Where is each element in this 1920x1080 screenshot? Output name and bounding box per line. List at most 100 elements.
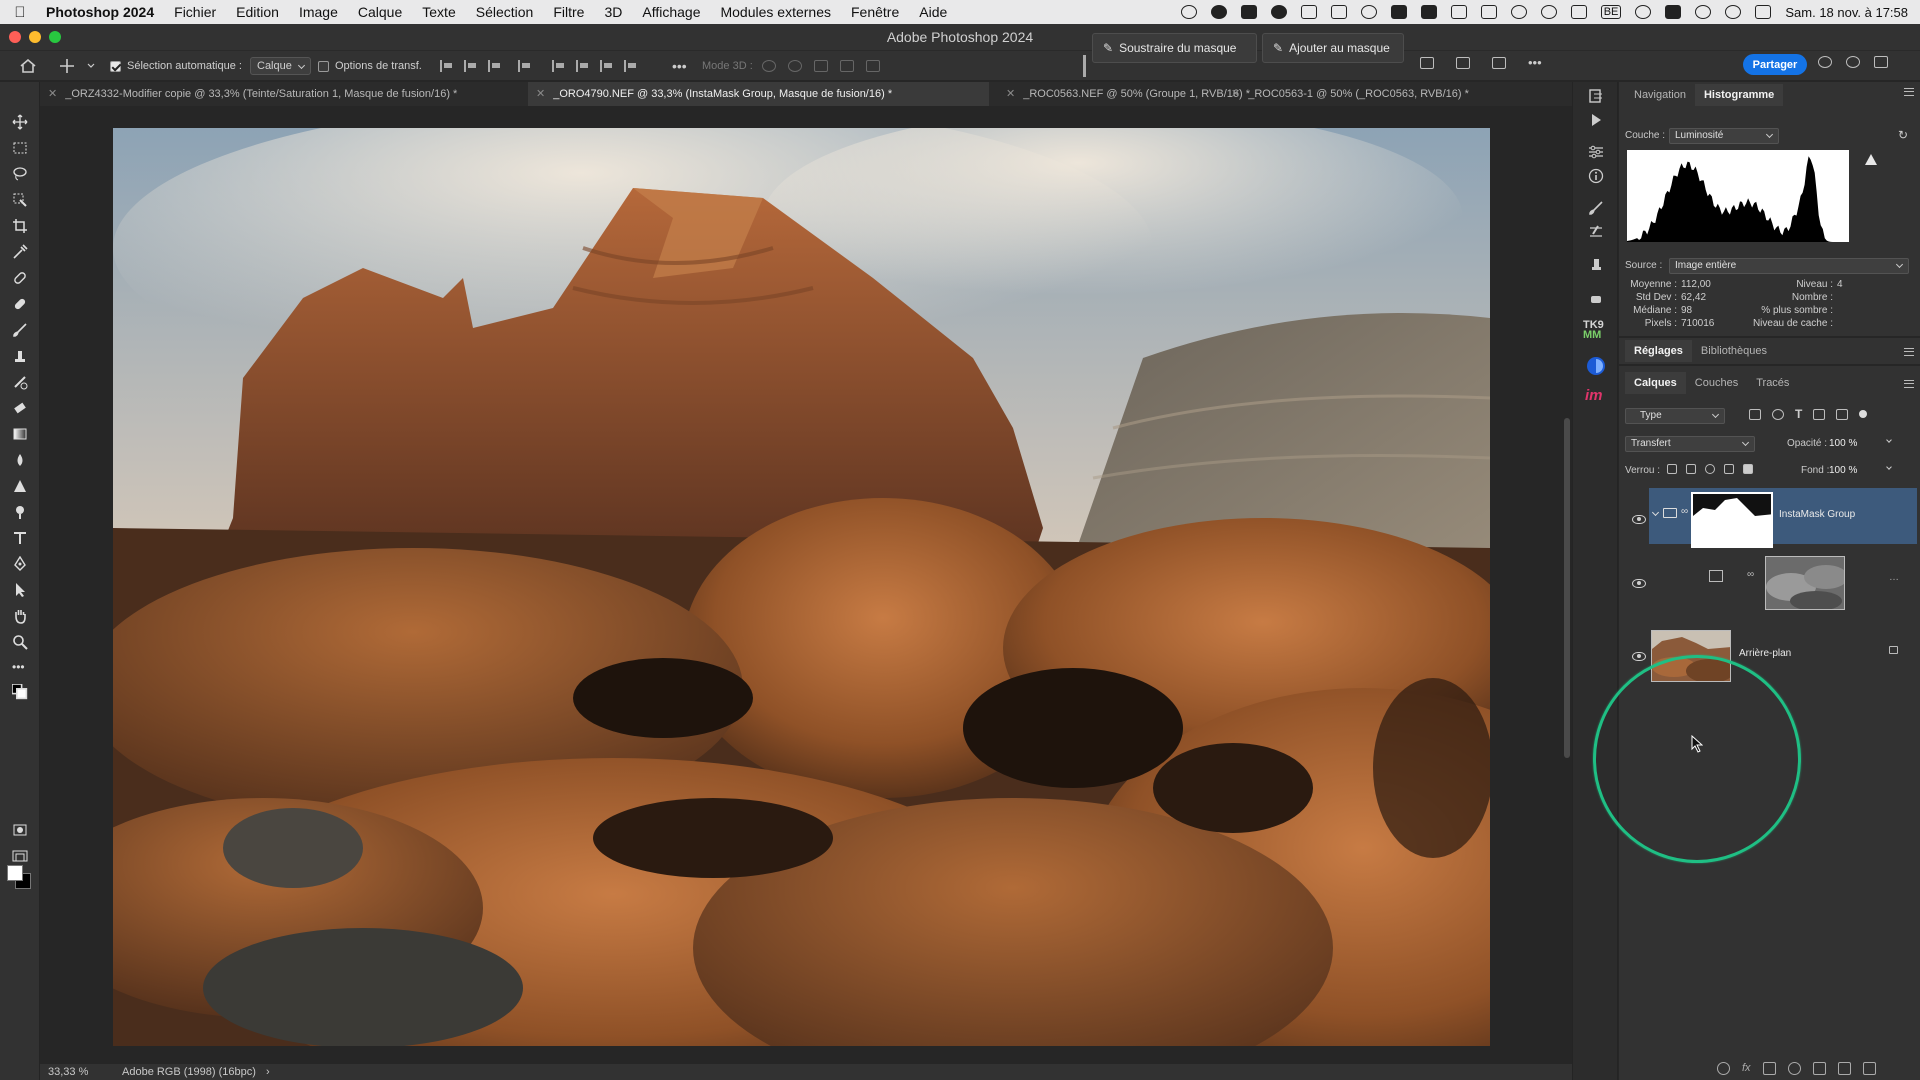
zoom-level[interactable]: 33,33 % <box>48 1066 88 1078</box>
panel-menu-icon[interactable] <box>1904 88 1914 96</box>
tab-paths[interactable]: Tracés <box>1747 372 1798 394</box>
tk9-plugin-icon[interactable]: TK9 MM <box>1583 320 1604 341</box>
control-center-icon[interactable] <box>1755 5 1772 19</box>
crop-tool-icon[interactable] <box>12 218 28 234</box>
link-icon[interactable]: ∞ <box>1681 506 1688 517</box>
workspace-icon[interactable] <box>1874 56 1888 68</box>
close-tab-icon[interactable]: ✕ <box>1006 88 1015 100</box>
brush-tool-icon[interactable] <box>12 322 28 338</box>
app-menu[interactable]: Photoshop 2024 <box>46 4 154 20</box>
edit-toolbar-icon[interactable]: ••• <box>12 660 28 676</box>
menu-filtre[interactable]: Filtre <box>553 4 584 20</box>
trash-icon[interactable] <box>1862 1062 1876 1075</box>
more-options-icon[interactable]: ••• <box>672 51 687 81</box>
input-source-badge[interactable]: BE <box>1600 5 1622 19</box>
fx-icon[interactable]: fx <box>1742 1062 1751 1075</box>
warning-icon[interactable] <box>1865 154 1877 165</box>
align-middle-v-icon[interactable] <box>576 60 590 72</box>
display-icon[interactable] <box>1450 5 1467 19</box>
clock[interactable]: Sam. 18 nov. à 17:58 <box>1785 5 1908 20</box>
filter-shape-icon[interactable] <box>1813 409 1826 420</box>
blend-mode-dropdown[interactable]: Transfert <box>1625 436 1755 452</box>
add-mask-icon[interactable] <box>1762 1062 1776 1075</box>
history-brush-icon[interactable] <box>12 374 28 390</box>
fill-input[interactable]: 100 % <box>1829 465 1857 476</box>
sharpen-tool-icon[interactable] <box>12 478 28 494</box>
menu-aide[interactable]: Aide <box>919 4 947 20</box>
lock-icon[interactable] <box>1889 646 1898 654</box>
layer-name[interactable]: Arrière-plan <box>1739 648 1791 659</box>
menu-fichier[interactable]: Fichier <box>174 4 216 20</box>
menu-calque[interactable]: Calque <box>358 4 402 20</box>
move-tool-icon[interactable] <box>12 114 28 130</box>
link-layers-icon[interactable] <box>1717 1062 1730 1075</box>
spotlight-icon[interactable] <box>1725 5 1742 19</box>
align-bottom-icon[interactable] <box>600 60 614 72</box>
default-colors-icon[interactable] <box>11 683 28 700</box>
share-button[interactable]: Partager <box>1743 54 1807 75</box>
tab-libraries[interactable]: Bibliothèques <box>1692 340 1776 362</box>
visibility-eye-icon[interactable] <box>1632 515 1646 524</box>
camera-icon[interactable] <box>1300 5 1317 19</box>
clone-source-icon[interactable] <box>1588 256 1604 272</box>
user-icon[interactable] <box>1635 5 1652 19</box>
align-right-icon[interactable] <box>488 60 502 72</box>
tab-roc0563-1[interactable]: ✕ _ROC0563-1 @ 50% (_ROC0563, RVB/16) * <box>1223 82 1469 106</box>
wifi-icon[interactable] <box>1695 5 1712 19</box>
layer-name[interactable]: InstaMask Group <box>1779 509 1855 520</box>
menu-3d[interactable]: 3D <box>604 4 622 20</box>
hand-tool-icon[interactable] <box>12 608 28 624</box>
eyedropper-tool-icon[interactable] <box>12 244 28 260</box>
refresh-icon[interactable]: ↻ <box>1898 128 1908 142</box>
lasso-tool-icon[interactable] <box>12 166 28 182</box>
align-left-icon[interactable] <box>440 60 454 72</box>
object-selection-tool-icon[interactable] <box>12 192 28 208</box>
tab-orz4332[interactable]: ✕ _ORZ4332-Modifier copie @ 33,3% (Teinte… <box>40 82 457 106</box>
layer-filter-dropdown[interactable]: Type <box>1625 408 1725 424</box>
layer-mask-thumbnail[interactable] <box>1691 492 1773 548</box>
auto-select-target-dropdown[interactable]: Calque <box>250 57 311 75</box>
filter-type-icon[interactable]: T <box>1795 408 1802 420</box>
battery-icon[interactable] <box>1665 5 1682 19</box>
fill-chevron-icon[interactable] <box>1886 464 1892 470</box>
distribute-icon[interactable] <box>518 60 532 72</box>
subtract-from-mask-button[interactable]: ✎ Soustraire du masque <box>1092 33 1257 63</box>
play-icon[interactable] <box>1510 5 1527 19</box>
zoom-tool-icon[interactable] <box>12 634 28 650</box>
tab-roc0563[interactable]: ✕ _ROC0563.NEF @ 50% (Groupe 1, RVB/16) * <box>998 82 1250 106</box>
lock-position-icon[interactable] <box>1705 464 1715 474</box>
mask-refine-icon[interactable] <box>1420 57 1434 69</box>
lock-transparency-icon[interactable] <box>1667 464 1677 474</box>
filter-pixel-icon[interactable] <box>1749 409 1761 420</box>
type-tool-icon[interactable] <box>12 530 28 546</box>
bluetooth-icon[interactable] <box>1570 5 1587 19</box>
app-switch-icon[interactable] <box>1240 5 1257 19</box>
tab-channels[interactable]: Couches <box>1686 372 1747 394</box>
align-center-h-icon[interactable] <box>464 60 478 72</box>
more-icon[interactable]: … <box>1889 572 1899 583</box>
document-canvas[interactable] <box>41 106 1572 1064</box>
dodge-tool-icon[interactable] <box>12 504 28 520</box>
panel-menu-icon[interactable] <box>1904 380 1914 388</box>
3d-roll-icon[interactable] <box>788 60 802 72</box>
tab-histogram[interactable]: Histogramme <box>1694 84 1784 106</box>
menu-fenetre[interactable]: Fenêtre <box>851 4 899 20</box>
source-dropdown[interactable]: Image entière <box>1669 258 1909 274</box>
link-icon[interactable]: ∞ <box>1747 569 1754 580</box>
panel-menu-icon[interactable] <box>1904 348 1914 356</box>
blur-tool-icon[interactable] <box>12 452 28 468</box>
transform-options-checkbox[interactable] <box>318 60 329 72</box>
3d-orbit-icon[interactable] <box>762 60 776 72</box>
color-profile[interactable]: Adobe RGB (1998) (16bpc) <box>122 1066 256 1078</box>
move-tool-preset-icon[interactable] <box>60 51 74 81</box>
creative-cloud-icon[interactable] <box>1180 5 1197 19</box>
layer-mask-thumbnail[interactable] <box>1765 556 1845 610</box>
gradient-tool-icon[interactable] <box>12 426 28 442</box>
add-to-mask-button[interactable]: ✎ Ajouter au masque <box>1262 33 1404 63</box>
close-tab-icon[interactable]: ✕ <box>536 88 545 100</box>
healing-brush-icon[interactable] <box>12 296 28 312</box>
3d-camera-icon[interactable] <box>866 60 880 72</box>
airdrop-icon[interactable] <box>1540 5 1557 19</box>
filter-toggle-icon[interactable] <box>1859 410 1868 418</box>
chevron-down-icon[interactable] <box>87 51 95 81</box>
